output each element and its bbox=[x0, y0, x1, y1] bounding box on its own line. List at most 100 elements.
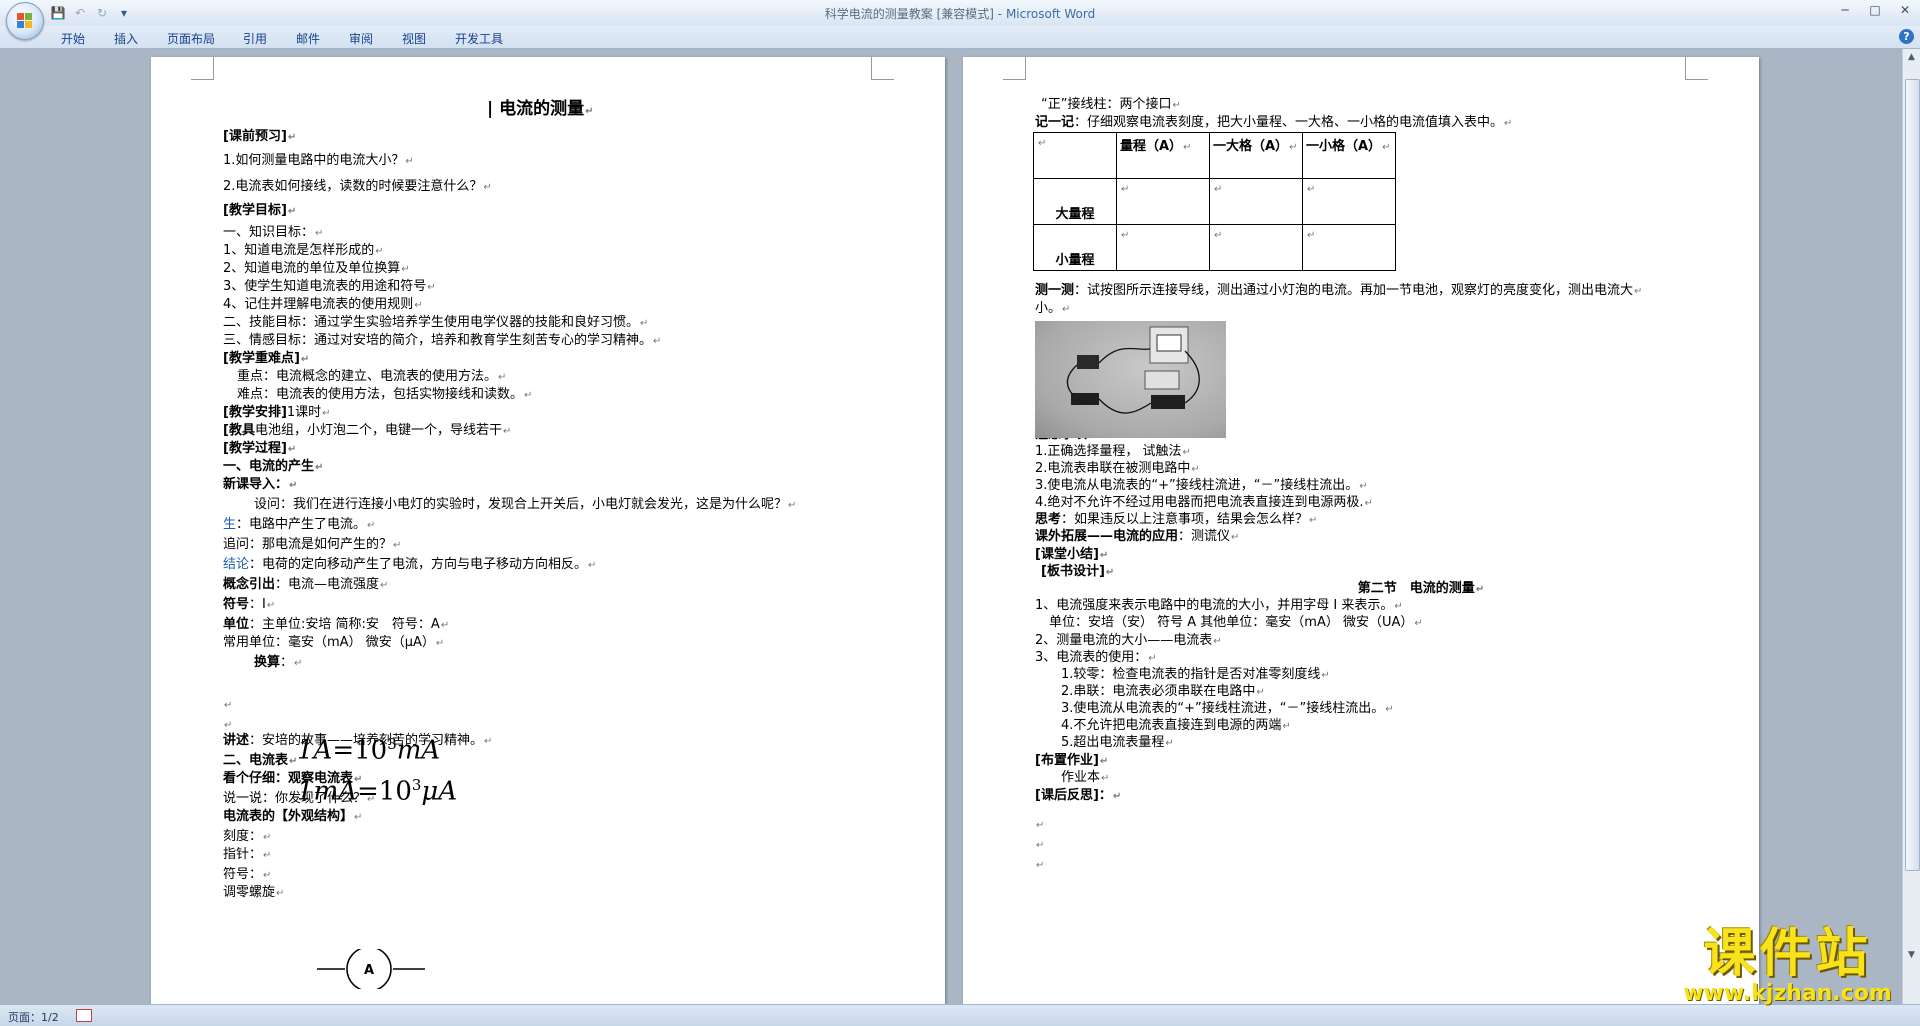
table-cell[interactable]: ↵ bbox=[1116, 224, 1210, 271]
table-header-cell[interactable]: 一大格（A）↵ bbox=[1209, 132, 1303, 179]
document-area: | 电流的测量↵ [课前预习]↵ 1.如何测量电路中的电流大小？↵ 2.电流表如何接线… bbox=[0, 49, 1902, 1004]
page-1[interactable]: | 电流的测量↵ [课前预习]↵ 1.如何测量电路中的电流大小？↵ 2.电流表如何接线… bbox=[151, 57, 945, 1004]
table-cell[interactable]: 小量程 bbox=[1033, 224, 1117, 271]
doc-line: 换算：↵ bbox=[254, 655, 302, 672]
tab-references[interactable]: 引用 bbox=[243, 30, 267, 47]
doc-line: 4.不允许把电流表直接连到电源的两端↵ bbox=[1061, 718, 1291, 735]
doc-line: [课后反思]：↵ bbox=[1035, 788, 1121, 805]
circuit-photo bbox=[1035, 321, 1226, 438]
line-label: 测一测 bbox=[1035, 283, 1075, 298]
line-text: 5.超出电流表量程 bbox=[1061, 735, 1165, 750]
doc-line: 记一记：仔细观察电流表刻度，把大小量程、一大格、一小格的电流值填入表中。↵ bbox=[1035, 115, 1512, 132]
scroll-thumb[interactable] bbox=[1905, 79, 1920, 871]
doc-line: 测一测：试按图所示连接导线，测出通过小灯泡的电流。再加一节电池，观察灯的亮度变化… bbox=[1035, 283, 1642, 300]
title-bar: 💾 ↶ ↻ ▾ 科学电流的测量教案 [兼容模式] - Microsoft Wor… bbox=[0, 0, 1920, 27]
line-text: 一、电流的产生 bbox=[223, 459, 315, 474]
table-cell[interactable]: ↵ bbox=[1302, 178, 1396, 225]
line-text: “正”接线柱：两个接口 bbox=[1041, 97, 1172, 112]
doc-line: | 电流的测量↵ bbox=[487, 101, 594, 120]
table-cell[interactable]: ↵ bbox=[1302, 224, 1396, 271]
help-icon[interactable]: ? bbox=[1899, 29, 1914, 44]
cell-text: 大量程 bbox=[1055, 207, 1095, 222]
table-cell[interactable]: ↵ bbox=[1209, 224, 1303, 271]
doc-line: 1.正确选择量程， 试触法↵ bbox=[1035, 444, 1191, 461]
doc-line: [教学目标]↵ bbox=[223, 203, 296, 220]
line-label: 思考 bbox=[1035, 512, 1062, 527]
vertical-scrollbar[interactable]: ▲ ▼ bbox=[1902, 49, 1920, 1004]
page-count[interactable]: 页面：1/2 bbox=[8, 1009, 59, 1025]
line-text: 2、测量电流的大小——电流表 bbox=[1035, 633, 1213, 648]
office-button[interactable] bbox=[6, 2, 44, 40]
paragraph-mark-icon: ↵ bbox=[414, 300, 423, 311]
table-header-cell[interactable]: 量程（A）↵ bbox=[1116, 132, 1210, 179]
line-text: ：电路中产生了电流。 bbox=[236, 517, 367, 532]
paragraph-mark-icon: ↵ bbox=[287, 132, 297, 143]
paragraph-mark-icon: ↵ bbox=[266, 600, 276, 611]
tab-home[interactable]: 开始 bbox=[61, 30, 85, 47]
proofing-icon[interactable] bbox=[76, 1009, 92, 1022]
doc-line: 1、知道电流是怎样形成的↵ bbox=[223, 243, 384, 260]
line-text: 二、技能目标：通过学生实验培养学生使用电学仪器的技能和良好习惯。 bbox=[223, 315, 640, 330]
line-text: 4.绝对不允许不经过用电器而把电流表直接连到电源两极. bbox=[1035, 495, 1364, 510]
doc-line: 一、电流的产生↵ bbox=[223, 459, 323, 476]
paragraph-mark-icon: ↵ bbox=[263, 832, 272, 843]
line-label: 课外拓展——电流的应用 bbox=[1035, 529, 1179, 544]
line-text: ：试按图所示连接导线，测出通过小灯泡的电流。再加一节电池，观察灯的亮度变化，测出… bbox=[1074, 283, 1634, 298]
tab-developer[interactable]: 开发工具 bbox=[455, 30, 503, 47]
line-text: ：电荷的定向移动产生了电流，方向与电子移动方向相反。 bbox=[249, 557, 588, 572]
line-text: ：如果违反以上注意事项，结果会怎么样？ bbox=[1061, 512, 1309, 527]
maximize-button[interactable]: □ bbox=[1860, 0, 1890, 20]
tab-insert[interactable]: 插入 bbox=[114, 30, 138, 47]
line-text: 追问：那电流是如何产生的？ bbox=[223, 537, 393, 552]
paragraph-mark-icon: ↵ bbox=[788, 500, 797, 511]
paragraph-mark-icon: ↵ bbox=[224, 700, 233, 711]
line-text: 三、情感目标：通过对安培的简介，培养和教育学生刻苦专心的学习精神。 bbox=[223, 333, 653, 348]
line-text: 调零螺旋 bbox=[223, 885, 276, 900]
watermark-url: www.kjzhan.com bbox=[1683, 981, 1892, 1006]
line-label: 讲述 bbox=[223, 733, 250, 748]
minimize-button[interactable]: ─ bbox=[1830, 0, 1860, 20]
paragraph-mark-icon: ↵ bbox=[1394, 601, 1403, 612]
line-text: [课后反思]： bbox=[1035, 788, 1112, 803]
scroll-up-icon[interactable]: ▲ bbox=[1905, 51, 1918, 64]
close-button[interactable]: ✕ bbox=[1890, 0, 1920, 20]
line-text: 指针： bbox=[223, 847, 263, 862]
table-cell[interactable]: ↵ bbox=[1116, 178, 1210, 225]
line-label: [教具 bbox=[223, 423, 255, 438]
doc-line: [板书设计]↵ bbox=[1041, 564, 1114, 581]
paragraph-mark-icon: ↵ bbox=[1165, 738, 1174, 749]
table-header-cell[interactable]: 一小格（A）↵ bbox=[1302, 132, 1396, 179]
page-2[interactable]: “正”接线柱：两个接口↵ 记一记：仔细观察电流表刻度，把大小量程、一大格、一小格的… bbox=[963, 57, 1759, 1004]
paragraph-mark-icon: ↵ bbox=[1036, 860, 1045, 871]
paragraph-mark-icon: ↵ bbox=[263, 870, 272, 881]
table-header-cell[interactable]: ↵ bbox=[1033, 132, 1117, 179]
scroll-down-icon[interactable]: ▼ bbox=[1905, 949, 1918, 962]
paragraph-mark-icon: ↵ bbox=[1364, 498, 1373, 509]
paragraph-mark-icon: ↵ bbox=[653, 336, 662, 347]
doc-line: 常用单位：毫安（mA） 微安（μA）↵ bbox=[223, 635, 444, 652]
table-cell[interactable]: 大量程 bbox=[1033, 178, 1117, 225]
tab-mailings[interactable]: 邮件 bbox=[296, 30, 320, 47]
paragraph-mark-icon: ↵ bbox=[1148, 653, 1157, 664]
line-text: 电池组，小灯泡二个，电键一个，导线若干 bbox=[254, 423, 502, 438]
tab-review[interactable]: 审阅 bbox=[349, 30, 373, 47]
tab-view[interactable]: 视图 bbox=[402, 30, 426, 47]
cell-text: 小量程 bbox=[1055, 253, 1095, 268]
line-text: 二、电流表 bbox=[223, 753, 289, 768]
paragraph-mark-icon: ↵ bbox=[401, 264, 410, 275]
paragraph-mark-icon: ↵ bbox=[375, 246, 384, 257]
paragraph-mark-icon: ↵ bbox=[1099, 550, 1109, 561]
paragraph-mark-icon: ↵ bbox=[224, 720, 233, 731]
circuit-drawing bbox=[1066, 326, 1200, 414]
paragraph-mark-icon: ↵ bbox=[483, 182, 492, 193]
doc-line: [课堂小结]↵ bbox=[1035, 547, 1108, 564]
paragraph-mark-icon: ↵ bbox=[1099, 756, 1109, 767]
paragraph-mark-icon: ↵ bbox=[354, 812, 363, 823]
line-label: 符号 bbox=[223, 597, 250, 612]
table-cell[interactable]: ↵ bbox=[1209, 178, 1303, 225]
tab-page-layout[interactable]: 页面布局 bbox=[167, 30, 215, 47]
doc-line: 设问：我们在进行连接小电灯的实验时，发现合上开关后，小电灯就会发光，这是为什么呢… bbox=[254, 497, 796, 514]
line-text: ：I bbox=[249, 597, 266, 612]
doc-line: 追问：那电流是如何产生的？↵ bbox=[223, 537, 401, 554]
doc-line: 1.如何测量电路中的电流大小？↵ bbox=[223, 153, 414, 170]
